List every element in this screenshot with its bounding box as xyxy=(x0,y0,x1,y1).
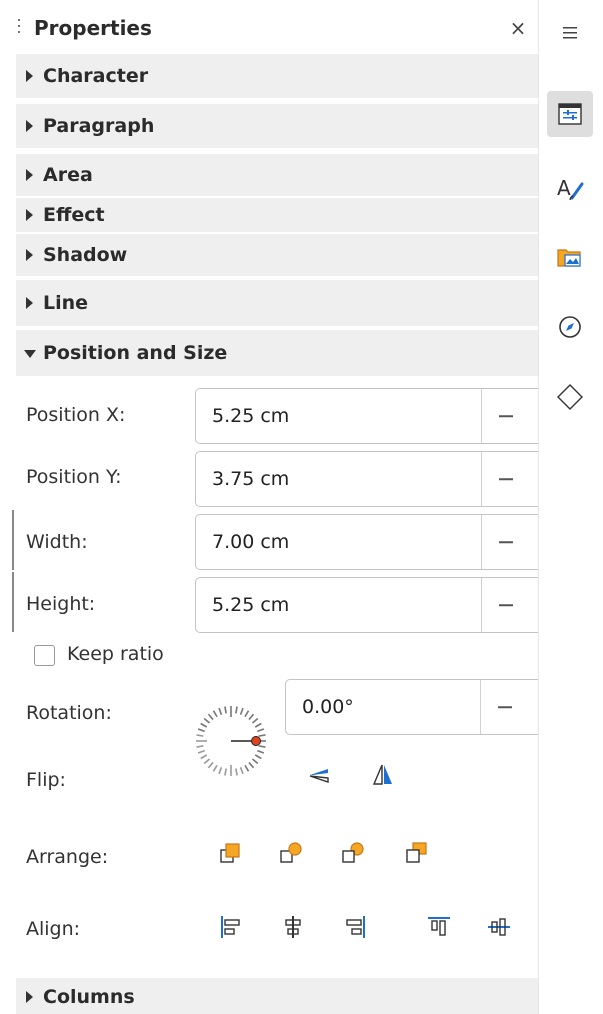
decrement-button[interactable] xyxy=(481,452,529,506)
properties-deck: Properties × Character Paragraph Area Ef… xyxy=(12,0,538,1014)
expand-arrow-icon xyxy=(26,297,33,309)
linked-bracket xyxy=(12,510,14,570)
section-label: Paragraph xyxy=(43,115,155,137)
expand-arrow-icon xyxy=(26,120,33,132)
section-label: Shadow xyxy=(43,244,128,266)
width-field[interactable]: 7.00 cm xyxy=(195,514,538,570)
deck-title: Properties xyxy=(34,16,152,40)
collapse-arrow-icon xyxy=(24,350,36,358)
align-top-icon[interactable] xyxy=(424,912,454,942)
align-center-icon[interactable] xyxy=(278,912,308,942)
keep-ratio-checkbox[interactable] xyxy=(34,645,55,666)
position-x-label: Position X: xyxy=(26,404,126,426)
section-paragraph[interactable]: Paragraph xyxy=(16,104,538,148)
expand-arrow-icon xyxy=(26,209,33,221)
gallery-icon[interactable] xyxy=(547,234,593,280)
linked-bracket xyxy=(12,572,14,632)
styles-icon[interactable]: A xyxy=(547,166,593,212)
height-label: Height: xyxy=(26,593,96,615)
section-label: Columns xyxy=(43,986,135,1008)
flip-vertical-icon[interactable] xyxy=(304,760,334,790)
section-label: Effect xyxy=(43,204,105,226)
align-left-icon[interactable] xyxy=(216,912,246,942)
expand-arrow-icon xyxy=(26,70,33,82)
decrement-button[interactable] xyxy=(481,389,529,443)
forward-one-icon[interactable] xyxy=(276,838,306,868)
rotation-dial[interactable] xyxy=(192,702,270,780)
section-label: Position and Size xyxy=(43,342,228,364)
section-line[interactable]: Line xyxy=(16,280,538,326)
position-y-value: 3.75 cm xyxy=(212,468,290,490)
height-field[interactable]: 5.25 cm xyxy=(195,577,538,633)
position-y-field[interactable]: 3.75 cm xyxy=(195,451,538,507)
section-area[interactable]: Area xyxy=(16,154,538,196)
bring-to-front-icon[interactable] xyxy=(216,838,246,868)
decrement-button[interactable] xyxy=(481,515,529,569)
send-to-back-icon[interactable] xyxy=(402,838,432,868)
position-y-label: Position Y: xyxy=(26,466,122,488)
height-value: 5.25 cm xyxy=(212,594,290,616)
decrement-button[interactable] xyxy=(480,680,528,734)
shapes-icon[interactable] xyxy=(547,374,593,420)
drag-grip-icon[interactable] xyxy=(18,19,21,41)
section-shadow[interactable]: Shadow xyxy=(16,234,538,276)
expand-arrow-icon xyxy=(26,169,33,181)
section-label: Line xyxy=(43,292,89,314)
keep-ratio-label[interactable]: Keep ratio xyxy=(67,643,164,665)
expand-arrow-icon xyxy=(26,249,33,261)
arrange-label: Arrange: xyxy=(26,846,109,868)
sidebar-tab-bar: A xyxy=(538,0,603,1014)
decrement-button[interactable] xyxy=(481,578,529,632)
backward-one-icon[interactable] xyxy=(338,838,368,868)
section-position-size[interactable]: Position and Size xyxy=(16,330,538,376)
align-middle-icon[interactable] xyxy=(484,912,514,942)
section-label: Area xyxy=(43,164,93,186)
width-value: 7.00 cm xyxy=(212,531,290,553)
section-columns[interactable]: Columns xyxy=(16,978,538,1014)
navigator-icon[interactable] xyxy=(547,304,593,350)
position-x-value: 5.25 cm xyxy=(212,405,290,427)
close-icon[interactable]: × xyxy=(506,15,530,41)
menu-icon[interactable] xyxy=(547,10,593,56)
align-right-icon[interactable] xyxy=(340,912,370,942)
section-label: Character xyxy=(43,65,149,87)
position-x-field[interactable]: 5.25 cm xyxy=(195,388,538,444)
section-character[interactable]: Character xyxy=(16,54,538,98)
section-effect[interactable]: Effect xyxy=(16,198,538,232)
properties-icon[interactable] xyxy=(547,91,593,137)
svg-text:A: A xyxy=(557,176,571,200)
rotation-value: 0.00° xyxy=(302,696,354,718)
rotation-field[interactable]: 0.00° xyxy=(285,679,538,735)
rotation-label: Rotation: xyxy=(26,702,112,724)
align-label: Align: xyxy=(26,918,81,940)
width-label: Width: xyxy=(26,531,88,553)
expand-arrow-icon xyxy=(26,991,33,1003)
flip-horizontal-icon[interactable] xyxy=(368,760,398,790)
flip-label: Flip: xyxy=(26,769,66,791)
